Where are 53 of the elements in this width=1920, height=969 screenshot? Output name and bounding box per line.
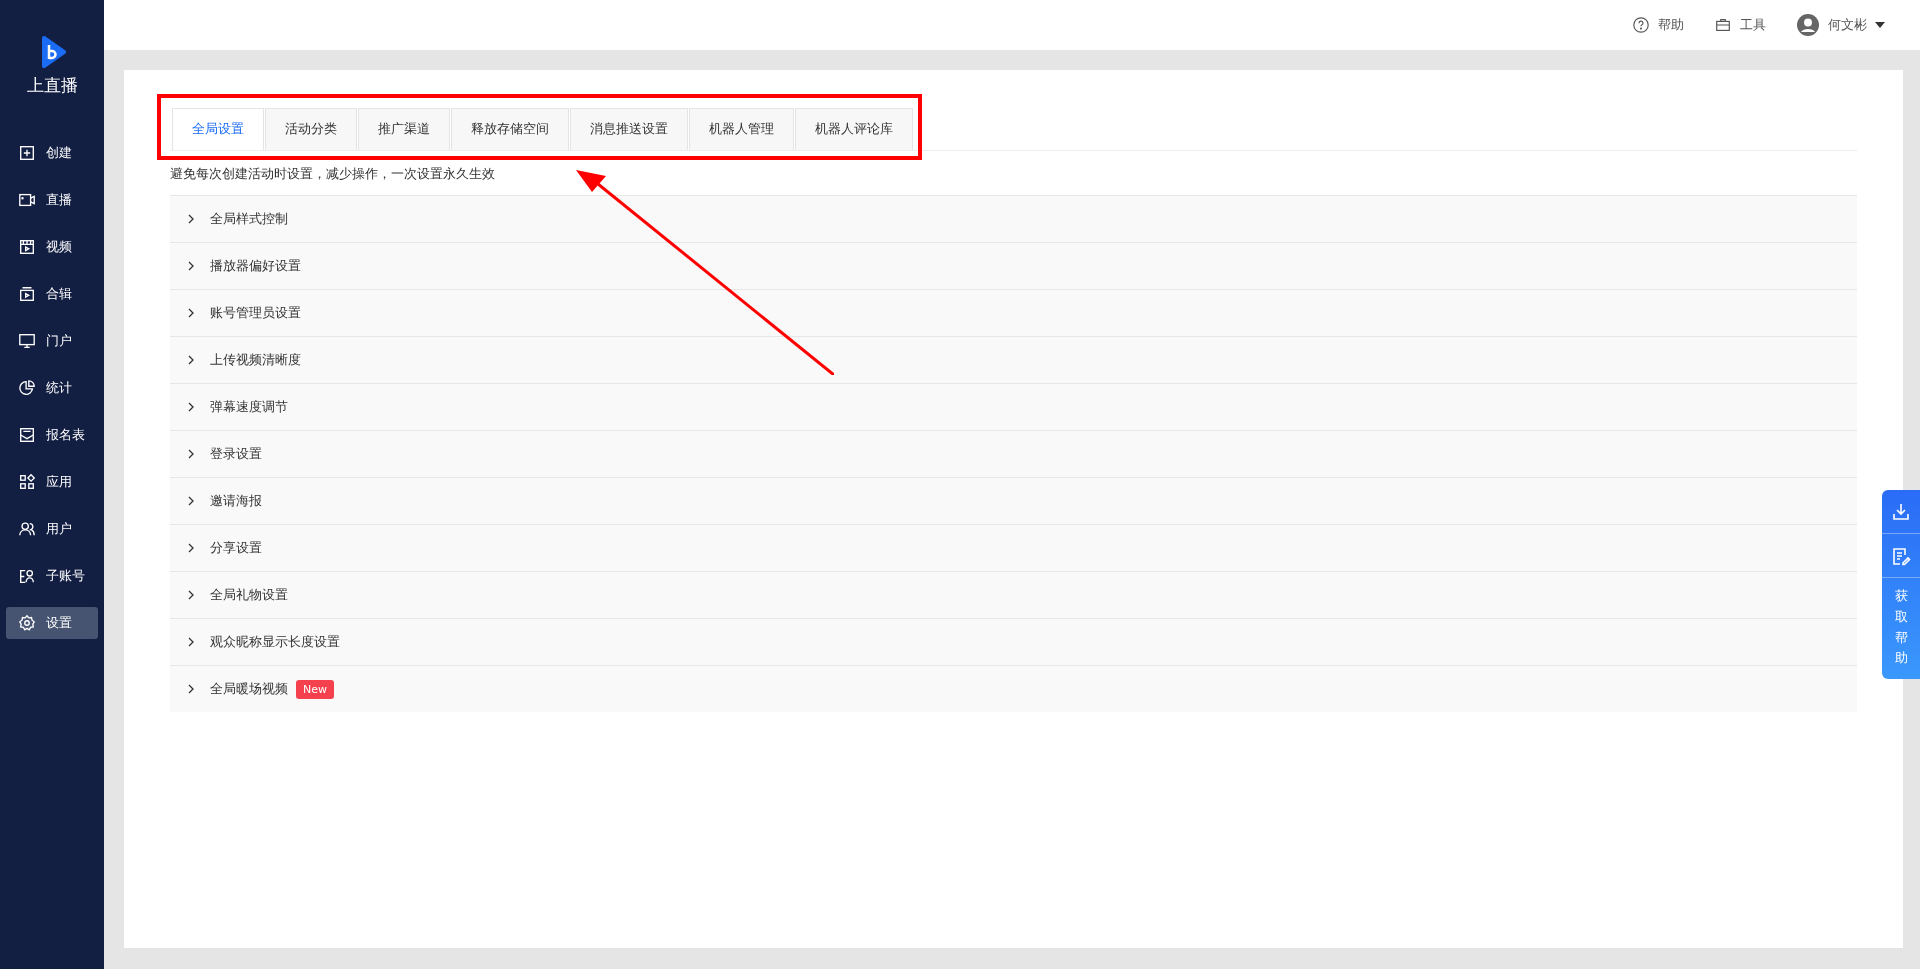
accordion-row[interactable]: 登录设置 [170, 430, 1857, 477]
tab[interactable]: 全局设置 [172, 108, 264, 150]
accordion-row[interactable]: 分享设置 [170, 524, 1857, 571]
avatar-icon [1796, 13, 1820, 37]
sidebar-item[interactable]: 视频 [6, 231, 98, 263]
help-icon [1632, 16, 1650, 34]
plus-square-icon [18, 144, 36, 162]
tab[interactable]: 推广渠道 [358, 108, 450, 150]
accordion-row[interactable]: 全局样式控制 [170, 195, 1857, 242]
tab[interactable]: 机器人管理 [689, 108, 794, 150]
new-badge: New [296, 679, 334, 699]
accordion-row[interactable]: 弹幕速度调节 [170, 383, 1857, 430]
tab[interactable]: 释放存储空间 [451, 108, 569, 150]
logo-text: 上直播 [26, 74, 78, 97]
accordion-row[interactable]: 全局礼物设置 [170, 571, 1857, 618]
pie-chart-icon [18, 379, 36, 397]
help-link[interactable]: 帮助 [1632, 16, 1684, 34]
envelope-icon [18, 426, 36, 444]
tab[interactable]: 消息推送设置 [570, 108, 688, 150]
sidebar-item[interactable]: 直播 [6, 184, 98, 216]
video-stack-icon [18, 285, 36, 303]
sidebar-item[interactable]: 门户 [6, 325, 98, 357]
sidebar-item[interactable]: 应用 [6, 466, 98, 498]
accordion-row[interactable]: 上传视频清晰度 [170, 336, 1857, 383]
grid-icon [18, 473, 36, 491]
toolbox-icon [1714, 16, 1732, 34]
edit-document-icon [1891, 545, 1911, 566]
user-menu[interactable]: 何文彬 [1796, 13, 1885, 37]
users-icon [18, 520, 36, 538]
sidebar-item[interactable]: 合辑 [6, 278, 98, 310]
accordion-row[interactable]: 账号管理员设置 [170, 289, 1857, 336]
caret-icon [1875, 22, 1885, 28]
tab[interactable]: 活动分类 [265, 108, 357, 150]
accordion-row[interactable]: 播放器偏好设置 [170, 242, 1857, 289]
monitor-icon [18, 332, 36, 350]
sidebar-item[interactable]: 子账号 [6, 560, 98, 592]
sidebar-item[interactable]: 创建 [6, 137, 98, 169]
sidebar-item[interactable]: 设置 [6, 607, 98, 639]
settings-icon [18, 614, 36, 632]
film-icon [18, 238, 36, 256]
tab[interactable]: 机器人评论库 [795, 108, 913, 150]
accordion-row[interactable]: 邀请海报 [170, 477, 1857, 524]
sub-account-icon [18, 567, 36, 585]
sidebar-item[interactable]: 报名表 [6, 419, 98, 451]
tools-link[interactable]: 工具 [1714, 16, 1766, 34]
sidebar-item[interactable]: 用户 [6, 513, 98, 545]
download-icon [1891, 501, 1911, 522]
description-text: 避免每次创建活动时设置，减少操作，一次设置永久生效 [170, 165, 496, 183]
video-camera-icon [18, 191, 36, 209]
sidebar-item[interactable]: 统计 [6, 372, 98, 404]
get-help-button[interactable]: 获取帮助 [1894, 578, 1908, 680]
accordion-row[interactable]: 全局暖场视频 New [170, 665, 1857, 712]
accordion-row[interactable]: 观众昵称显示长度设置 [170, 618, 1857, 665]
